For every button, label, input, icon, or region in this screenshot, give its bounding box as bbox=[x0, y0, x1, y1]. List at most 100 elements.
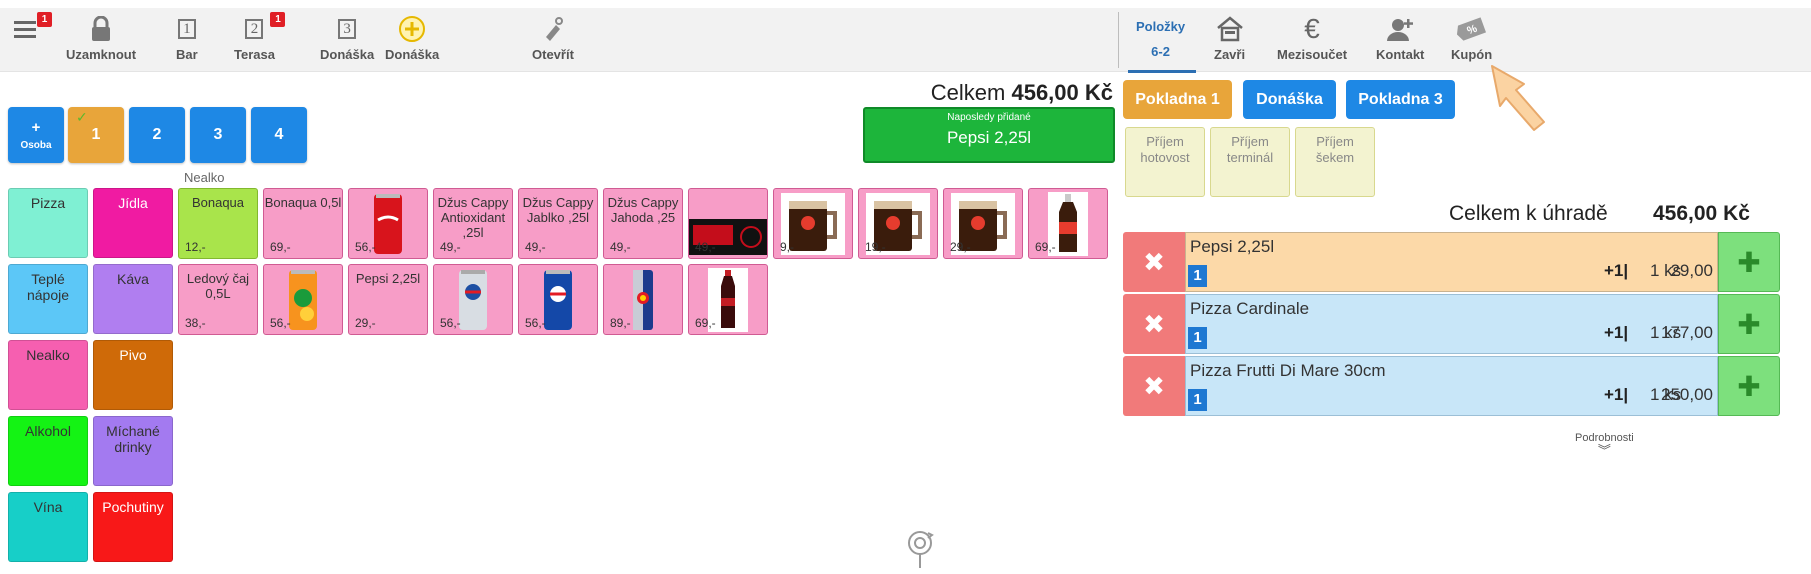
product-cappy-jahoda[interactable]: Džus Cappy Jahoda ,25 49,- bbox=[603, 188, 683, 259]
remove-item-button[interactable]: ✖ bbox=[1123, 294, 1185, 354]
product-kofola-small[interactable]: 9,- bbox=[773, 188, 853, 259]
category-nealko[interactable]: Nealko bbox=[8, 340, 88, 410]
add-item-button[interactable]: ✚ bbox=[1718, 232, 1780, 292]
product-name: Džus Cappy Antioxidant ,25l bbox=[437, 195, 509, 240]
person-badge: 1 bbox=[1188, 327, 1207, 349]
product-red-bull[interactable]: 89,- bbox=[603, 264, 683, 335]
product-mirinda-can[interactable]: 56,- bbox=[263, 264, 343, 335]
order-row: ✖ Pizza Frutti Di Mare 30cm 1 +1| 1 ks 2… bbox=[1123, 356, 1780, 416]
table-number-icon: 2 bbox=[245, 19, 264, 39]
register-1-button[interactable]: Pokladna 1 bbox=[1123, 80, 1232, 119]
person-1-button[interactable]: ✓ 1 bbox=[68, 107, 124, 163]
product-pepsi-225[interactable]: Pepsi 2,25l 29,- bbox=[348, 264, 428, 335]
table-bar-button[interactable]: 1 Bar bbox=[176, 14, 198, 68]
person-3-button[interactable]: 3 bbox=[190, 107, 246, 163]
increment-label[interactable]: +1| bbox=[1604, 261, 1628, 281]
product-price: 38,- bbox=[185, 316, 206, 330]
payment-terminal-button[interactable]: Příjem terminál bbox=[1210, 127, 1290, 197]
product-cappy-jablko[interactable]: Džus Cappy Jablko ,25l 49,- bbox=[518, 188, 598, 259]
details-toggle[interactable]: Podrobnosti ︾ bbox=[1575, 432, 1634, 457]
contact-button[interactable]: Kontakt bbox=[1376, 14, 1424, 68]
add-person-label: Osoba bbox=[20, 140, 52, 151]
product-bonaqua-05[interactable]: Bonaqua 0,5l 69,- bbox=[263, 188, 343, 259]
category-teple-napoje[interactable]: Teplé nápoje bbox=[8, 264, 88, 334]
product-kofola-medium[interactable]: 19,- bbox=[858, 188, 938, 259]
menu-button[interactable]: 1 bbox=[14, 12, 52, 68]
product-price: 89,- bbox=[610, 316, 631, 330]
person-number: 3 bbox=[213, 126, 223, 143]
payment-cheque-button[interactable]: Příjem šekem bbox=[1295, 127, 1375, 197]
last-added-panel[interactable]: Naposledy přidané Pepsi 2,25l bbox=[863, 107, 1115, 163]
payment-cash-button[interactable]: Příjem hotovost bbox=[1125, 127, 1205, 197]
total-due-value: 456,00 Kč bbox=[1653, 202, 1750, 225]
category-kava[interactable]: Káva bbox=[93, 264, 173, 334]
increment-label[interactable]: +1| bbox=[1604, 323, 1628, 343]
table-donaska-button[interactable]: 3 Donáška bbox=[320, 14, 374, 68]
order-item-body[interactable]: Pizza Frutti Di Mare 30cm 1 +1| 1 ks 250… bbox=[1185, 356, 1718, 416]
product-hell-energy[interactable]: 49,- bbox=[688, 188, 768, 259]
product-price: 49,- bbox=[610, 240, 631, 254]
add-person-button[interactable]: + Osoba bbox=[8, 107, 64, 163]
category-alkohol[interactable]: Alkohol bbox=[8, 416, 88, 486]
add-item-button[interactable]: ✚ bbox=[1718, 294, 1780, 354]
new-donaska-button[interactable]: Donáška bbox=[385, 14, 439, 68]
plus-circle-icon bbox=[398, 14, 426, 44]
current-category-label: Nealko bbox=[184, 170, 225, 185]
table-number-icon: 3 bbox=[338, 19, 357, 39]
close-button[interactable]: Zavři bbox=[1214, 14, 1245, 68]
refresh-icon[interactable] bbox=[902, 527, 938, 574]
person-2-button[interactable]: 2 bbox=[129, 107, 185, 163]
add-contact-icon bbox=[1386, 14, 1414, 44]
order-item-body[interactable]: Pizza Cardinale 1 +1| 1 ks 177,00 bbox=[1185, 294, 1718, 354]
increment-value: +1 bbox=[1604, 261, 1624, 280]
lock-button[interactable]: Uzamknout bbox=[66, 14, 136, 68]
product-kofola-large[interactable]: 29,- bbox=[943, 188, 1023, 259]
table-terasa-button[interactable]: 2 1 Terasa bbox=[234, 12, 286, 68]
category-michane-drinky[interactable]: Míchané drinky bbox=[93, 416, 173, 486]
separator: | bbox=[1623, 323, 1629, 342]
separator: | bbox=[1623, 261, 1629, 280]
subtotal-button[interactable]: € Mezisoučet bbox=[1277, 13, 1347, 68]
product-name: Bonaqua 0,5l bbox=[264, 195, 342, 210]
open-label: Otevřít bbox=[532, 47, 574, 62]
add-item-button[interactable]: ✚ bbox=[1718, 356, 1780, 416]
product-pepsi-can[interactable]: 56,- bbox=[518, 264, 598, 335]
donaska-add-label: Donáška bbox=[385, 47, 440, 62]
increment-value: +1 bbox=[1604, 323, 1624, 342]
register-donaska-button[interactable]: Donáška bbox=[1243, 80, 1336, 119]
category-pivo[interactable]: Pivo bbox=[93, 340, 173, 410]
person-number: 1 bbox=[91, 126, 101, 143]
tab-items[interactable]: Položky 6-2 bbox=[1136, 14, 1185, 68]
product-cappy-antioxidant[interactable]: Džus Cappy Antioxidant ,25l 49,- bbox=[433, 188, 513, 259]
product-price: 12,- bbox=[185, 240, 206, 254]
product-pepsi-light-can[interactable]: 56,- bbox=[433, 264, 513, 335]
order-item-body[interactable]: Pepsi 2,25l 1 +1| 1 ks 29,00 bbox=[1185, 232, 1718, 292]
person-4-button[interactable]: 4 bbox=[251, 107, 307, 163]
bar-label: Bar bbox=[176, 47, 198, 62]
product-kofola-bottle[interactable]: 69,- bbox=[1028, 188, 1108, 259]
coupon-button[interactable]: % Kupón bbox=[1451, 14, 1492, 68]
register-3-button[interactable]: Pokladna 3 bbox=[1346, 80, 1455, 119]
increment-value: +1 bbox=[1604, 385, 1624, 404]
person-badge: 1 bbox=[1188, 265, 1207, 287]
remove-item-button[interactable]: ✖ bbox=[1123, 356, 1185, 416]
product-price: 69,- bbox=[1035, 240, 1056, 254]
product-name: Ledový čaj 0,5L bbox=[186, 271, 250, 301]
product-cola-bottle[interactable]: 69,- bbox=[688, 264, 768, 335]
category-pizza[interactable]: Pizza bbox=[8, 188, 88, 258]
increment-label[interactable]: +1| bbox=[1604, 385, 1628, 405]
terasa-label: Terasa bbox=[234, 47, 275, 62]
house-icon bbox=[1216, 14, 1244, 44]
total-due-label: Celkem k úhradě bbox=[1449, 202, 1608, 225]
remove-item-button[interactable]: ✖ bbox=[1123, 232, 1185, 292]
lock-label: Uzamknout bbox=[66, 47, 137, 62]
product-ledovy-caj[interactable]: Ledový čaj 0,5L 38,- bbox=[178, 264, 258, 335]
product-price: 49,- bbox=[525, 240, 546, 254]
category-vina[interactable]: Vína bbox=[8, 492, 88, 562]
open-button[interactable]: Otevřít bbox=[532, 14, 574, 68]
lock-icon bbox=[90, 14, 112, 44]
category-jidla[interactable]: Jídla bbox=[93, 188, 173, 258]
product-coca-cola-can[interactable]: 56,- bbox=[348, 188, 428, 259]
category-pochutiny[interactable]: Pochutiny bbox=[93, 492, 173, 562]
product-bonaqua[interactable]: Bonaqua 12,- bbox=[178, 188, 258, 259]
